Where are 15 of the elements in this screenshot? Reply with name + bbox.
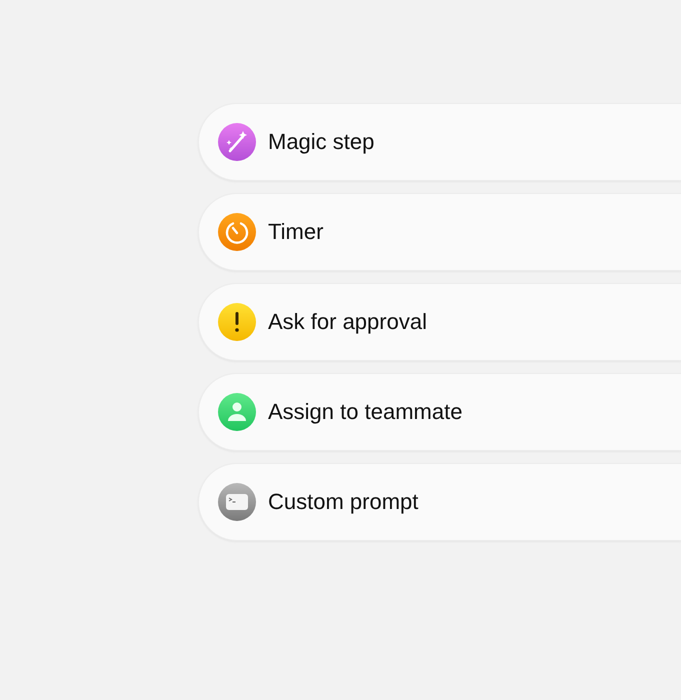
timer-icon: [218, 213, 256, 251]
step-label: Timer: [268, 219, 324, 245]
step-option[interactable]: Assign to teammate: [198, 373, 681, 451]
step-option[interactable]: Magic step: [198, 103, 681, 181]
step-label: Ask for approval: [268, 309, 427, 335]
terminal-icon: [218, 483, 256, 521]
step-label: Assign to teammate: [268, 399, 462, 425]
step-option[interactable]: Custom prompt: [198, 463, 681, 541]
step-option[interactable]: Timer: [198, 193, 681, 271]
exclamation-icon: [218, 303, 256, 341]
magic-wand-icon: [218, 123, 256, 161]
step-label: Custom prompt: [268, 489, 418, 515]
person-icon: [218, 393, 256, 431]
step-option[interactable]: Ask for approval: [198, 283, 681, 361]
step-label: Magic step: [268, 129, 374, 155]
